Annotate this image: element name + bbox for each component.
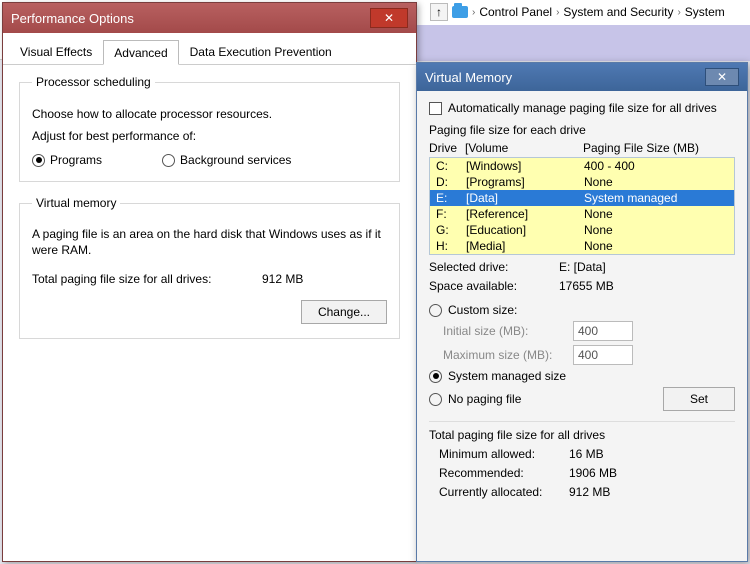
performance-options-window: Performance Options ✕ Visual Effects Adv… bbox=[2, 2, 417, 562]
radio-icon bbox=[162, 154, 175, 167]
tab-visual-effects[interactable]: Visual Effects bbox=[9, 39, 103, 64]
vm-total-value: 912 MB bbox=[262, 272, 303, 286]
processor-scheduling-group: Processor scheduling Choose how to alloc… bbox=[19, 75, 400, 182]
selected-drive-label: Selected drive: bbox=[429, 260, 559, 274]
currently-allocated-value: 912 MB bbox=[569, 485, 610, 499]
radio-background-services[interactable]: Background services bbox=[162, 153, 291, 167]
tab-body: Processor scheduling Choose how to alloc… bbox=[3, 65, 416, 363]
drive-list[interactable]: C:[Windows]400 - 400 D:[Programs]None E:… bbox=[429, 157, 735, 255]
radio-programs[interactable]: Programs bbox=[32, 153, 102, 167]
radio-icon bbox=[32, 154, 45, 167]
tab-dep[interactable]: Data Execution Prevention bbox=[179, 39, 343, 64]
breadcrumb-item[interactable]: System and Security bbox=[563, 5, 673, 19]
maximum-size-label: Maximum size (MB): bbox=[443, 348, 563, 362]
radio-label: Background services bbox=[180, 153, 291, 167]
titlebar[interactable]: Performance Options ✕ bbox=[3, 3, 416, 33]
hdr-size: Paging File Size (MB) bbox=[583, 141, 735, 155]
explorer-content-bg bbox=[417, 25, 750, 61]
totals-title: Total paging file size for all drives bbox=[429, 428, 735, 442]
set-button[interactable]: Set bbox=[663, 387, 735, 411]
recommended-label: Recommended: bbox=[439, 466, 569, 480]
virtual-memory-group: Virtual memory A paging file is an area … bbox=[19, 196, 400, 339]
currently-allocated-label: Currently allocated: bbox=[439, 485, 569, 499]
radio-icon bbox=[429, 393, 442, 406]
initial-size-input[interactable] bbox=[573, 321, 633, 341]
chevron-right-icon: › bbox=[677, 7, 680, 18]
group-legend: Virtual memory bbox=[32, 196, 120, 210]
window-title: Performance Options bbox=[11, 11, 370, 26]
drive-row[interactable]: G:[Education]None bbox=[430, 222, 734, 238]
vm-description: A paging file is an area on the hard dis… bbox=[32, 226, 387, 258]
close-button[interactable]: ✕ bbox=[705, 68, 739, 86]
radio-label: No paging file bbox=[448, 392, 521, 406]
auto-manage-checkbox[interactable]: Automatically manage paging file size fo… bbox=[429, 101, 735, 115]
up-button[interactable]: ↑ bbox=[430, 3, 448, 21]
close-button[interactable]: ✕ bbox=[370, 8, 408, 28]
drive-list-header: Drive [Volume Paging File Size (MB) bbox=[429, 141, 735, 155]
radio-icon bbox=[429, 304, 442, 317]
drive-row[interactable]: C:[Windows]400 - 400 bbox=[430, 158, 734, 174]
hdr-drive: Drive bbox=[429, 141, 465, 155]
checkbox-label: Automatically manage paging file size fo… bbox=[448, 101, 717, 115]
adjust-label: Adjust for best performance of: bbox=[32, 129, 387, 143]
tab-strip: Visual Effects Advanced Data Execution P… bbox=[3, 33, 416, 65]
radio-label: System managed size bbox=[448, 369, 566, 383]
drive-row[interactable]: D:[Programs]None bbox=[430, 174, 734, 190]
window-title: Virtual Memory bbox=[425, 70, 705, 85]
chevron-right-icon: › bbox=[556, 7, 559, 18]
radio-system-managed[interactable]: System managed size bbox=[429, 369, 735, 383]
chevron-right-icon: › bbox=[472, 7, 475, 18]
virtual-memory-window: Virtual Memory ✕ Automatically manage pa… bbox=[416, 62, 748, 562]
radio-label: Custom size: bbox=[448, 303, 517, 317]
selected-drive-value: E: [Data] bbox=[559, 260, 606, 274]
min-allowed-label: Minimum allowed: bbox=[439, 447, 569, 461]
radio-no-paging-file[interactable]: No paging file bbox=[429, 392, 521, 406]
close-icon: ✕ bbox=[717, 70, 727, 84]
min-allowed-value: 16 MB bbox=[569, 447, 604, 461]
drive-row[interactable]: F:[Reference]None bbox=[430, 206, 734, 222]
pf-each-label: Paging file size for each drive bbox=[429, 123, 735, 137]
radio-label: Programs bbox=[50, 153, 102, 167]
maximum-size-input[interactable] bbox=[573, 345, 633, 365]
drive-row[interactable]: E:[Data]System managed bbox=[430, 190, 734, 206]
help-text: Choose how to allocate processor resourc… bbox=[32, 107, 387, 121]
space-available-label: Space available: bbox=[429, 279, 559, 293]
titlebar[interactable]: Virtual Memory ✕ bbox=[417, 63, 747, 91]
initial-size-label: Initial size (MB): bbox=[443, 324, 563, 338]
drive-row[interactable]: H:[Media]None bbox=[430, 238, 734, 254]
group-legend: Processor scheduling bbox=[32, 75, 155, 89]
breadcrumb-item[interactable]: System bbox=[685, 5, 725, 19]
recommended-value: 1906 MB bbox=[569, 466, 617, 480]
change-button[interactable]: Change... bbox=[301, 300, 387, 324]
breadcrumb: ↑ › Control Panel › System and Security … bbox=[430, 3, 725, 21]
radio-icon bbox=[429, 370, 442, 383]
hdr-volume: [Volume bbox=[465, 141, 583, 155]
radio-custom-size[interactable]: Custom size: bbox=[429, 303, 735, 317]
close-icon: ✕ bbox=[384, 11, 394, 25]
folder-icon bbox=[452, 6, 468, 18]
breadcrumb-item[interactable]: Control Panel bbox=[479, 5, 552, 19]
vm-total-label: Total paging file size for all drives: bbox=[32, 272, 262, 286]
space-available-value: 17655 MB bbox=[559, 279, 614, 293]
tab-advanced[interactable]: Advanced bbox=[103, 40, 178, 65]
checkbox-icon bbox=[429, 102, 442, 115]
